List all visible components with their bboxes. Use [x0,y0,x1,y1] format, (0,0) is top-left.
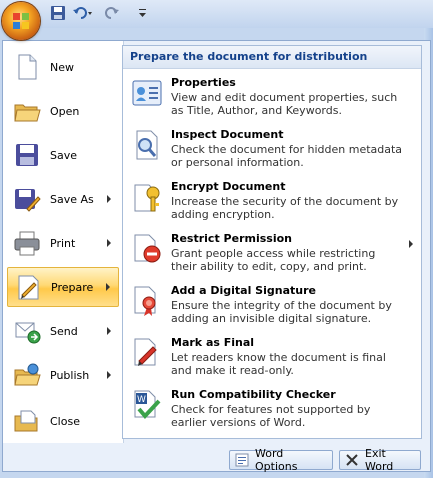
printer-icon [14,231,40,256]
submenu-arrow-icon [107,239,111,247]
prepare-submenu-panel: Prepare the document for distribution Pr… [122,45,422,439]
submenu-item-description: Grant people access while restricting th… [171,247,376,273]
submenu-item-inspect-document[interactable]: Inspect Document Check the document for … [127,126,413,176]
save-disk-icon [16,144,38,166]
save-as-icon [15,189,41,212]
customize-toolbar-icon[interactable] [138,5,148,21]
submenu-arrow-icon [107,195,111,203]
open-folder-icon [14,104,41,122]
menu-item-label: New [50,60,74,74]
submenu-item-title: Inspect Document [171,128,284,141]
undo-icon[interactable] [72,5,94,21]
submenu-item-description: View and edit document properties, such … [171,91,398,117]
submenu-item-encrypt-document[interactable]: Encrypt Document Increase the security o… [127,178,413,228]
menu-item-close[interactable]: Close [7,401,119,441]
submenu-arrow-icon [409,240,413,248]
word-options-button[interactable]: Word Options [229,447,333,473]
menu-item-label: Send [50,324,78,338]
new-document-icon [18,54,37,80]
submenu-item-title: Properties [171,76,236,89]
submenu-item-description: Let readers know the document is final a… [171,351,386,377]
submenu-item-description: Ensure the integrity of the document by … [171,299,392,325]
menu-item-label: Publish [50,368,90,382]
properties-icon [132,80,162,106]
publish-icon [14,363,41,386]
menu-item-label: Open [50,104,80,118]
exit-word-label: Exit Word [365,447,394,473]
exit-word-button[interactable]: Exit Word [339,447,421,473]
options-icon [235,453,249,467]
inspect-document-icon [136,130,158,160]
submenu-arrow-icon [107,371,111,379]
menu-item-open[interactable]: Open [7,91,119,131]
prepare-icon [18,275,39,300]
office-menu: New Open Save Save As Print Prepare Send… [2,40,431,473]
submenu-item-title: Restrict Permission [171,232,292,245]
office-logo-icon [13,13,29,29]
mark-final-icon [134,338,157,366]
title-bar [0,0,433,28]
menu-item-label: Prepare [51,280,94,294]
send-icon [15,322,41,344]
menu-item-save[interactable]: Save [7,135,119,175]
submenu-item-description: Check the document for hidden metadata o… [171,143,403,169]
submenu-item-title: Mark as Final [171,336,255,349]
submenu-arrow-icon [106,283,110,291]
submenu-item-title: Run Compatibility Checker [171,388,336,401]
submenu-item-restrict-permission[interactable]: Restrict Permission Grant people access … [127,230,413,280]
submenu-item-compatibility-checker[interactable]: W Run Compatibility Checker Check for fe… [127,386,413,436]
menu-item-label: Print [50,236,76,250]
submenu-arrow-icon [107,327,111,335]
compatibility-checker-icon: W [134,390,161,419]
office-button[interactable] [2,2,40,40]
save-quick-access-icon[interactable] [50,5,66,21]
menu-item-label: Save As [50,192,94,206]
svg-text:W: W [137,395,146,405]
close-folder-icon [14,410,38,432]
redo-icon[interactable] [104,5,120,21]
submenu-item-title: Encrypt Document [171,180,286,193]
close-icon [346,454,358,466]
word-options-label: Word Options [255,447,298,473]
submenu-item-title: Add a Digital Signature [171,284,316,297]
menu-item-save-as[interactable]: Save As [7,179,119,219]
menu-item-label: Save [50,148,78,162]
menu-item-new[interactable]: New [7,47,119,87]
menu-item-print[interactable]: Print [7,223,119,263]
menu-item-label: Close [50,414,80,428]
restrict-permission-icon [134,234,161,263]
menu-item-prepare[interactable]: Prepare [7,267,119,307]
digital-signature-icon [134,286,156,316]
menu-item-send[interactable]: Send [7,311,119,351]
submenu-item-mark-as-final[interactable]: Mark as Final Let readers know the docum… [127,334,413,384]
encrypt-key-icon [134,184,160,212]
menu-command-list: New Open Save Save As Print Prepare Send… [3,41,124,443]
submenu-item-properties[interactable]: Properties View and edit document proper… [127,74,413,124]
submenu-heading: Prepare the document for distribution [123,46,421,69]
submenu-item-digital-signature[interactable]: Add a Digital Signature Ensure the integ… [127,282,413,332]
submenu-item-description: Increase the security of the document by… [171,195,399,221]
menu-item-publish[interactable]: Publish [7,355,119,395]
submenu-item-description: Check for features not supported by earl… [171,403,371,429]
